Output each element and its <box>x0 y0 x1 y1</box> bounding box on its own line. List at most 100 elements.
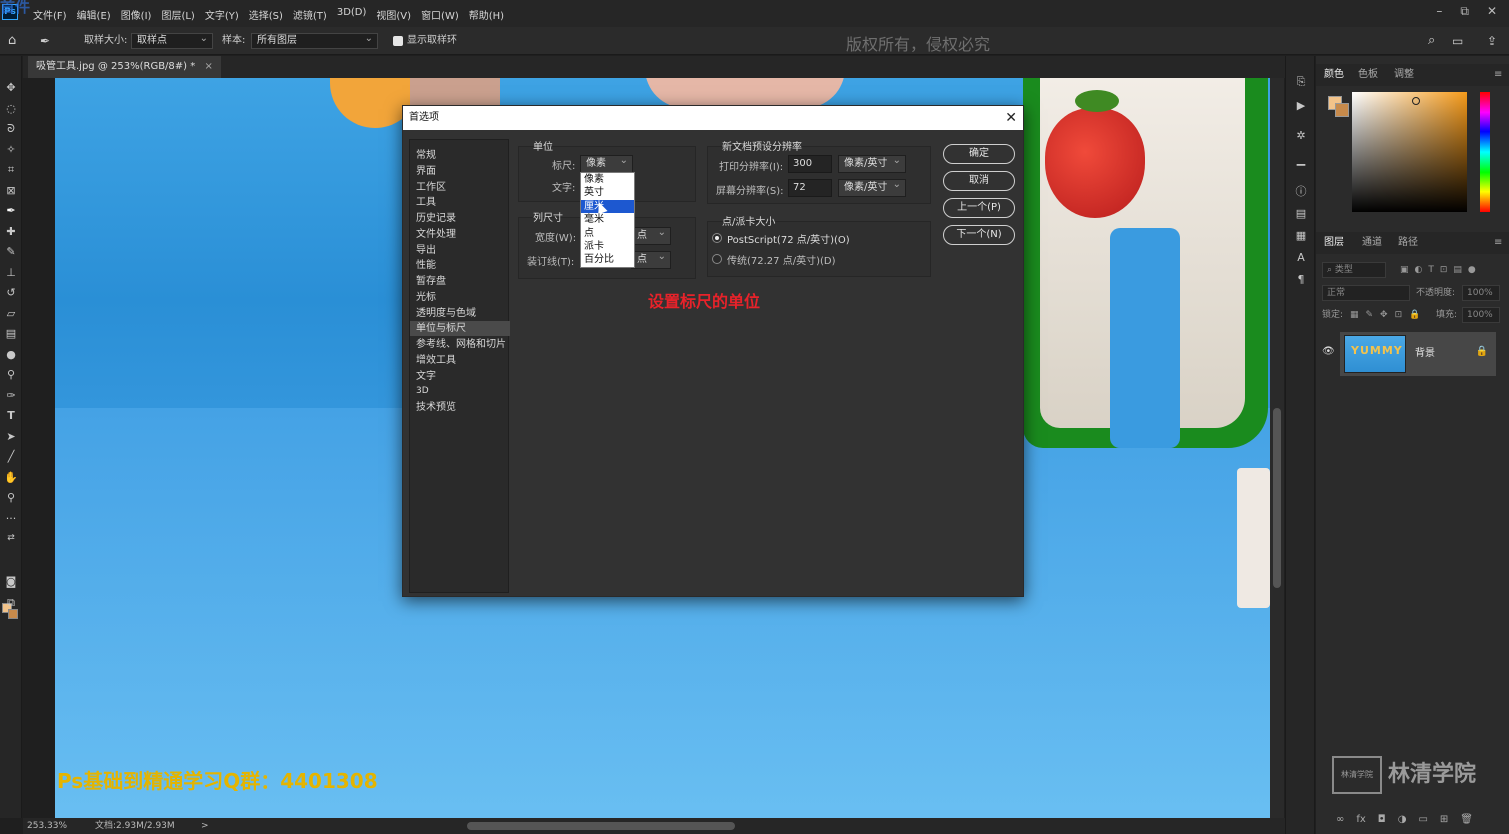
hue-slider[interactable] <box>1480 92 1490 212</box>
layer-filter-select[interactable]: ⌕ 类型 <box>1322 262 1386 278</box>
layer-visibility-eye-icon[interactable]: 👁 <box>1322 346 1335 357</box>
tab-layers[interactable]: 图层 <box>1324 232 1344 254</box>
layers-panel-menu-icon[interactable]: ≡ <box>1494 232 1502 254</box>
pref-nav-3d[interactable]: 3D <box>410 384 510 399</box>
ruler-unit-select[interactable]: 像素 <box>580 153 633 173</box>
type-tool-icon[interactable]: T <box>3 408 19 424</box>
pref-nav-transparency[interactable]: 透明度与色域 <box>410 306 510 321</box>
layer-name[interactable]: 背景 <box>1415 332 1435 376</box>
tab-swatches[interactable]: 色板 <box>1358 64 1378 86</box>
menu-file[interactable]: 文件(F) <box>28 7 72 22</box>
home-icon[interactable]: ⌂ <box>8 27 16 55</box>
character-panel-icon[interactable]: A <box>1293 250 1309 266</box>
frame-tool-icon[interactable]: ⊠ <box>3 183 19 199</box>
minimize-icon[interactable]: – <box>1436 4 1442 19</box>
screen-resolution-input[interactable]: 72 <box>788 179 832 197</box>
marquee-tool-icon[interactable]: ◌ <box>3 101 19 117</box>
eyedropper-preset-icon[interactable]: ✒ <box>40 27 50 55</box>
add-mask-icon[interactable]: ◘ <box>1378 814 1386 825</box>
link-layers-icon[interactable]: ∞ <box>1336 814 1344 825</box>
previous-button[interactable]: 上一个(P) <box>943 198 1015 218</box>
menu-filter[interactable]: 滤镜(T) <box>288 7 332 22</box>
next-button[interactable]: 下一个(N) <box>943 225 1015 245</box>
show-sampling-ring-checkbox[interactable] <box>393 36 403 46</box>
screen-resolution-unit-select[interactable]: 像素/英寸 <box>838 177 906 197</box>
hand-tool-icon[interactable]: ✋ <box>3 470 19 486</box>
menu-type[interactable]: 文字(Y) <box>200 7 244 22</box>
gradient-tool-icon[interactable]: ▤ <box>3 326 19 342</box>
zoom-tool-icon[interactable]: ⚲ <box>3 490 19 506</box>
menu-3d[interactable]: 3D(D) <box>332 7 372 22</box>
pref-nav-cursors[interactable]: 光标 <box>410 290 510 305</box>
pref-nav-interface[interactable]: 界面 <box>410 164 510 179</box>
delete-layer-icon[interactable]: 🗑 <box>1460 814 1473 825</box>
fill-field[interactable]: 100% <box>1462 307 1500 323</box>
lasso-tool-icon[interactable]: ᘐ <box>3 121 19 137</box>
print-resolution-input[interactable]: 300 <box>788 155 832 173</box>
history-panel-icon[interactable]: ⎘ <box>1293 74 1309 90</box>
panel-menu-icon[interactable]: ≡ <box>1494 64 1502 86</box>
path-selection-tool-icon[interactable]: ➤ <box>3 429 19 445</box>
blur-tool-icon[interactable]: ● <box>3 347 19 363</box>
menu-edit[interactable]: 编辑(E) <box>72 7 116 22</box>
eraser-tool-icon[interactable]: ▱ <box>3 306 19 322</box>
close-window-icon[interactable]: ✕ <box>1487 4 1497 19</box>
sample-size-select[interactable]: 取样点 <box>131 32 213 49</box>
info-panel-icon[interactable]: ⓘ <box>1293 184 1309 200</box>
opacity-field[interactable]: 100% <box>1462 285 1500 301</box>
cancel-button[interactable]: 取消 <box>943 171 1015 191</box>
new-layer-icon[interactable]: ⊞ <box>1440 814 1448 825</box>
menu-layer[interactable]: 图层(L) <box>156 7 199 22</box>
dodge-tool-icon[interactable]: ⚲ <box>3 367 19 383</box>
pref-nav-history[interactable]: 历史记录 <box>410 211 510 226</box>
menu-help[interactable]: 帮助(H) <box>464 7 509 22</box>
traditional-radio[interactable] <box>712 254 722 264</box>
crop-tool-icon[interactable]: ⌗ <box>3 162 19 178</box>
magic-wand-tool-icon[interactable]: ✧ <box>3 142 19 158</box>
workspace-icon[interactable]: ▭ <box>1452 27 1463 55</box>
ruler-option-points[interactable]: 点 <box>581 227 634 240</box>
pref-nav-general[interactable]: 常规 <box>410 148 510 163</box>
zoom-level[interactable]: 253.33% <box>27 818 67 834</box>
panel-background-swatch[interactable] <box>1335 103 1349 117</box>
more-tools-icon[interactable]: ··· <box>3 511 19 527</box>
gutter-unit-select[interactable]: 点 <box>631 249 671 269</box>
layer-filter-icons[interactable]: ▣◐T⊡▤● <box>1400 261 1500 279</box>
libraries-panel-icon[interactable]: ▦ <box>1293 228 1309 244</box>
sample-select[interactable]: 所有图层 <box>251 32 378 49</box>
pref-nav-type[interactable]: 文字 <box>410 369 510 384</box>
pen-tool-icon[interactable]: ✑ <box>3 388 19 404</box>
pref-nav-tools[interactable]: 工具 <box>410 195 510 210</box>
blend-mode-select[interactable]: 正常 <box>1322 285 1410 301</box>
pref-nav-scratch-disks[interactable]: 暂存盘 <box>410 274 510 289</box>
pref-nav-file-handling[interactable]: 文件处理 <box>410 227 510 242</box>
eyedropper-tool-icon[interactable]: ✒ <box>3 203 19 219</box>
ruler-option-inches[interactable]: 英寸 <box>581 186 634 199</box>
share-icon[interactable]: ⇪ <box>1487 27 1497 55</box>
postscript-radio[interactable] <box>712 233 722 243</box>
vertical-scroll-thumb[interactable] <box>1273 408 1281 588</box>
tab-paths[interactable]: 路径 <box>1398 232 1418 254</box>
pref-nav-workspace[interactable]: 工作区 <box>410 180 510 195</box>
close-tab-icon[interactable]: × <box>204 61 212 72</box>
screen-mode-icon[interactable]: ⧉ <box>3 595 19 611</box>
document-tab[interactable]: 吸管工具.jpg @ 253%(RGB/8#) * × <box>28 56 221 78</box>
tab-color[interactable]: 颜色 <box>1324 64 1344 86</box>
pref-nav-guides-grid[interactable]: 参考线、网格和切片 <box>410 337 510 352</box>
layer-style-icon[interactable]: fx <box>1356 814 1365 825</box>
ruler-option-millimeters[interactable]: 毫米 <box>581 213 634 226</box>
color-picker-field[interactable] <box>1352 92 1467 212</box>
brushes-panel-icon[interactable]: ▁ <box>1293 152 1309 168</box>
traditional-radio-label[interactable]: 传统(72.27 点/英寸)(D) <box>727 252 835 267</box>
postscript-radio-label[interactable]: PostScript(72 点/英寸)(O) <box>727 231 850 246</box>
ruler-option-percent[interactable]: 百分比 <box>581 253 634 266</box>
properties-panel-icon[interactable]: ▤ <box>1293 206 1309 222</box>
ruler-option-centimeters[interactable]: 厘米 <box>581 199 634 215</box>
ruler-option-pixels[interactable]: 像素 <box>581 173 634 186</box>
pref-nav-plugins[interactable]: 增效工具 <box>410 353 510 368</box>
column-width-unit-select[interactable]: 点 <box>631 225 671 245</box>
menu-image[interactable]: 图像(I) <box>116 7 157 22</box>
brush-tool-icon[interactable]: ✎ <box>3 244 19 260</box>
menu-view[interactable]: 视图(V) <box>371 7 416 22</box>
clone-stamp-tool-icon[interactable]: ⊥ <box>3 265 19 281</box>
